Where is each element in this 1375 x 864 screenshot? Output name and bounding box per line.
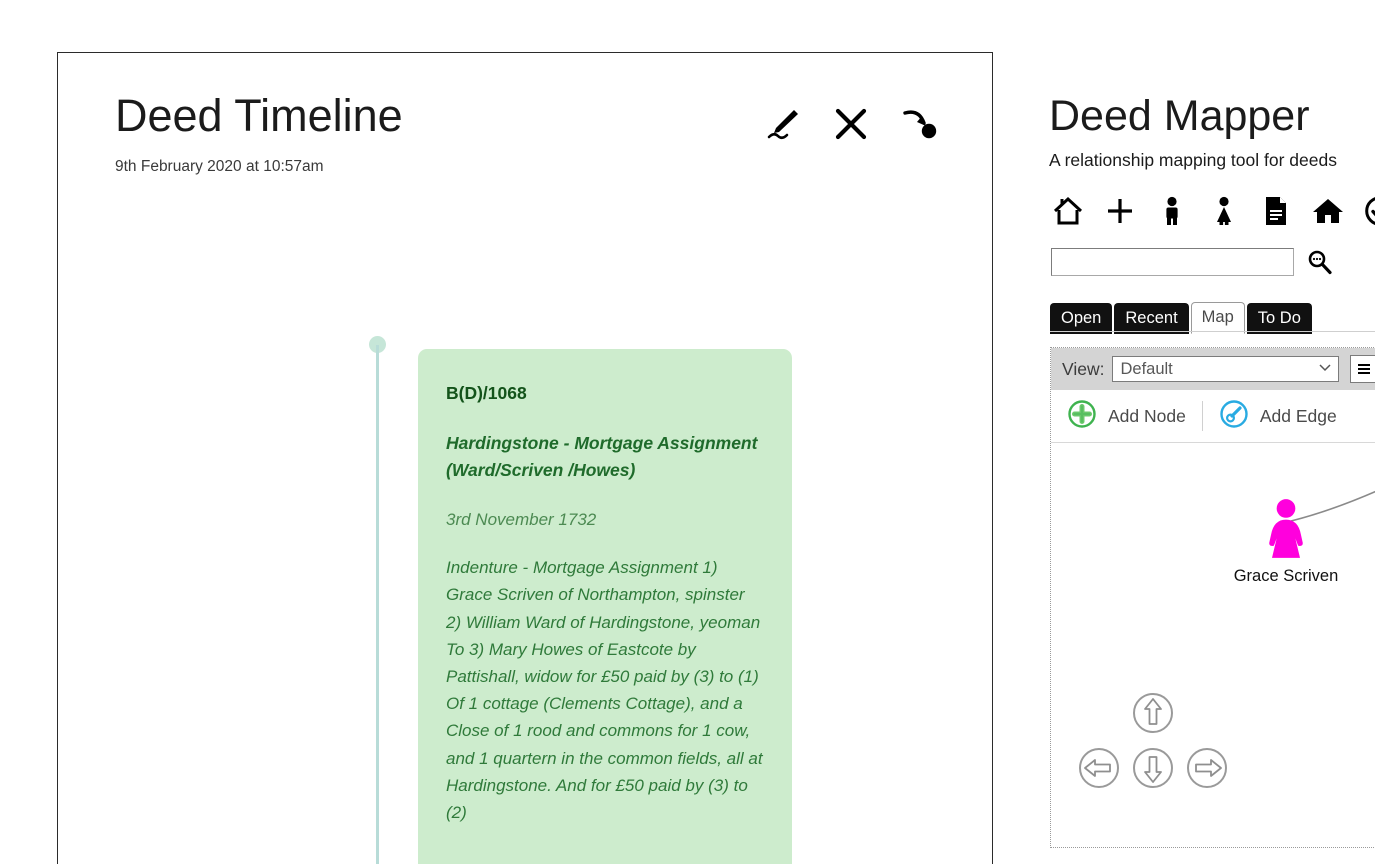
modal-toolbar xyxy=(760,101,942,147)
home-outline-icon[interactable] xyxy=(1051,194,1085,228)
hamburger-menu-icon[interactable] xyxy=(1350,355,1375,383)
chevron-down-icon xyxy=(1318,360,1332,379)
deed-date: 3rd November 1732 xyxy=(446,510,597,530)
deed-description: Indenture - Mortgage Assignment 1) Grace… xyxy=(446,558,763,822)
female-person-icon[interactable] xyxy=(1207,194,1241,228)
goto-node-icon[interactable] xyxy=(896,101,942,147)
graph-node-grace-scriven[interactable]: Grace Scriven xyxy=(1231,498,1341,586)
deed-timeline-modal: Deed Timeline 9th February 2020 at 10:57… xyxy=(57,52,993,864)
graph-node-label: Grace Scriven xyxy=(1233,567,1339,585)
add-edge-icon xyxy=(1219,399,1249,434)
deed-card[interactable]: B(D)/1068 Hardingstone - Mortgage Assign… xyxy=(418,349,792,864)
tab-todo[interactable]: To Do xyxy=(1246,303,1312,334)
tabs-underline xyxy=(1050,331,1375,332)
male-person-icon[interactable] xyxy=(1155,194,1189,228)
pan-left-button[interactable] xyxy=(1077,746,1121,790)
pan-up-button[interactable] xyxy=(1131,691,1175,735)
screen: Deed Timeline 9th February 2020 at 10:57… xyxy=(0,0,1375,864)
view-label: View: xyxy=(1062,358,1105,379)
map-canvas[interactable]: Grace Scriven xyxy=(1051,443,1375,837)
map-panel: View: Default Add Node Add Edge Grace Sc… xyxy=(1050,347,1375,848)
view-select-value: Default xyxy=(1120,359,1173,378)
check-circle-icon[interactable] xyxy=(1363,194,1375,228)
document-icon[interactable] xyxy=(1259,194,1293,228)
view-select[interactable]: Default xyxy=(1112,356,1339,382)
add-edge-label: Add Edge xyxy=(1259,405,1337,426)
deed-reference: B(D)/1068 xyxy=(446,383,527,403)
tab-recent[interactable]: Recent xyxy=(1114,303,1189,334)
add-node-icon xyxy=(1067,399,1097,434)
panel-tabs: Open Recent Map To Do xyxy=(1050,302,1314,334)
female-node-icon xyxy=(1258,499,1314,564)
page-title: Deed Timeline xyxy=(115,90,403,141)
timeline-line xyxy=(376,345,379,864)
add-edge-button[interactable]: Add Edge xyxy=(1203,399,1353,434)
view-bar: View: Default xyxy=(1051,348,1375,390)
deed-heading: Hardingstone - Mortgage Assignment (Ward… xyxy=(446,433,758,481)
tab-open[interactable]: Open xyxy=(1050,303,1113,334)
house-icon[interactable] xyxy=(1311,194,1345,228)
search-icon[interactable] xyxy=(1306,249,1333,276)
search-input[interactable] xyxy=(1051,248,1294,276)
app-title: Deed Mapper xyxy=(1049,92,1310,140)
app-subtitle: A relationship mapping tool for deeds xyxy=(1049,150,1337,170)
deed-mapper-panel: Deed Mapper A relationship mapping tool … xyxy=(1048,0,1375,864)
edit-icon[interactable] xyxy=(760,101,806,147)
search-row xyxy=(1051,248,1333,276)
map-action-bar: Add Node Add Edge xyxy=(1051,390,1375,443)
pan-down-button[interactable] xyxy=(1131,746,1175,790)
add-node-button[interactable]: Add Node xyxy=(1051,399,1202,434)
tab-map[interactable]: Map xyxy=(1190,302,1245,334)
pan-right-button[interactable] xyxy=(1185,746,1229,790)
add-node-label: Add Node xyxy=(1108,405,1186,426)
plus-icon[interactable] xyxy=(1103,194,1137,228)
timeline-timestamp: 9th February 2020 at 10:57am xyxy=(115,158,324,175)
close-icon[interactable] xyxy=(828,101,874,147)
app-toolbar xyxy=(1051,194,1375,228)
